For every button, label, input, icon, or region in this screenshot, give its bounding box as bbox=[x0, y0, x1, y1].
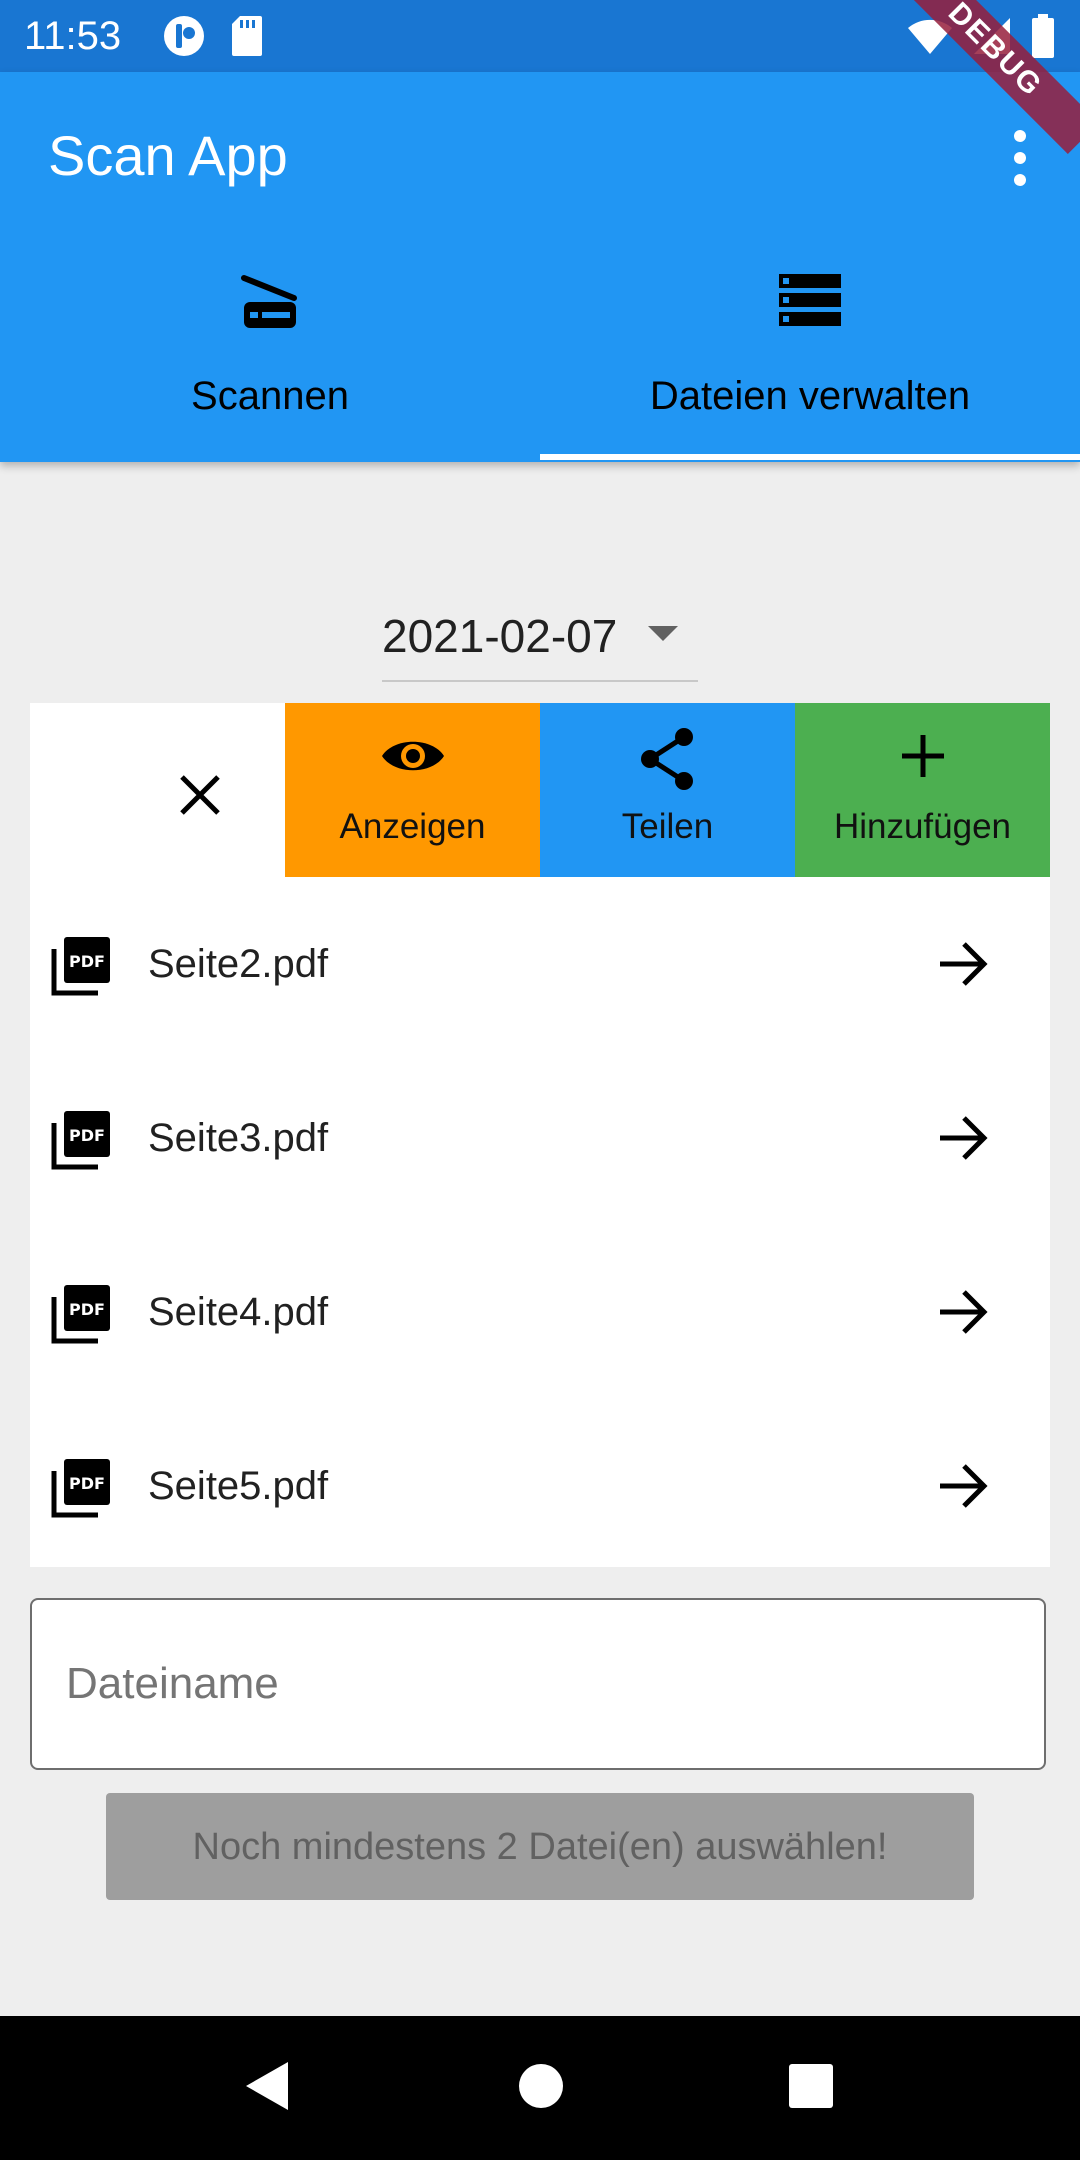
file-list-item[interactable]: PDF Seite2.pdf bbox=[30, 877, 1050, 1051]
svg-text:PDF: PDF bbox=[69, 1300, 105, 1319]
tab-indicator bbox=[540, 454, 1080, 460]
svg-text:PDF: PDF bbox=[69, 1474, 105, 1493]
file-name: Seite4.pdf bbox=[148, 1290, 329, 1334]
app-bar: Scan App Scannen Dateien verwalten bbox=[0, 72, 1080, 462]
clear-selection-button[interactable] bbox=[30, 703, 285, 877]
file-name: Seite5.pdf bbox=[148, 1464, 329, 1508]
tab-scannen[interactable]: Scannen bbox=[0, 272, 540, 462]
view-label: Anzeigen bbox=[339, 807, 486, 846]
status-time: 11:53 bbox=[24, 14, 122, 58]
dropdown-arrow-icon bbox=[648, 626, 678, 641]
sd-card-icon bbox=[232, 16, 262, 56]
file-list-item[interactable]: PDF Seite4.pdf bbox=[30, 1225, 1050, 1399]
storage-icon bbox=[779, 274, 841, 326]
status-bar: 11:53 bbox=[0, 0, 1080, 72]
add-label: Hinzufügen bbox=[833, 807, 1012, 846]
back-icon[interactable] bbox=[244, 2060, 290, 2112]
merge-files-button[interactable]: Noch mindestens 2 Datei(en) auswählen! bbox=[106, 1793, 974, 1900]
battery-icon bbox=[1032, 14, 1054, 58]
scanner-icon bbox=[241, 275, 297, 328]
more-vert-icon[interactable] bbox=[1008, 128, 1032, 188]
svg-text:PDF: PDF bbox=[69, 1126, 105, 1145]
share-button[interactable]: Teilen bbox=[540, 703, 795, 877]
file-list-item[interactable]: PDF Seite5.pdf bbox=[30, 1399, 1050, 1573]
file-list-item[interactable]: PDF Seite3.pdf bbox=[30, 1051, 1050, 1225]
eye-icon bbox=[381, 741, 444, 771]
arrow-forward-icon[interactable] bbox=[938, 1463, 988, 1509]
arrow-forward-icon[interactable] bbox=[938, 1115, 988, 1161]
pdf-file-icon: PDF bbox=[51, 937, 110, 996]
svg-text:PDF: PDF bbox=[69, 952, 105, 971]
file-card: Anzeigen Teilen Hinzufügen PDF Seite2.pd bbox=[30, 703, 1050, 1567]
plus-icon bbox=[901, 735, 944, 777]
app-title: Scan App bbox=[48, 124, 288, 187]
date-dropdown[interactable]: 2021-02-07 bbox=[382, 600, 698, 682]
recents-icon[interactable] bbox=[788, 2060, 834, 2112]
close-icon bbox=[180, 775, 220, 815]
tab-scannen-label: Scannen bbox=[191, 374, 349, 418]
pdf-file-icon: PDF bbox=[51, 1285, 110, 1344]
tab-dateien-verwalten[interactable]: Dateien verwalten bbox=[540, 272, 1080, 462]
action-bar: Anzeigen Teilen Hinzufügen bbox=[30, 703, 1050, 877]
tab-dateien-verwalten-label: Dateien verwalten bbox=[649, 374, 971, 418]
arrow-forward-icon[interactable] bbox=[938, 941, 988, 987]
add-button[interactable]: Hinzufügen bbox=[795, 703, 1050, 877]
share-label: Teilen bbox=[621, 807, 714, 846]
date-value: 2021-02-07 bbox=[382, 610, 618, 662]
file-name: Seite2.pdf bbox=[148, 942, 329, 986]
pdf-file-icon: PDF bbox=[51, 1459, 110, 1518]
notification-app-icon bbox=[164, 16, 204, 56]
system-nav-bar bbox=[0, 2016, 1080, 2160]
share-icon bbox=[640, 728, 693, 790]
arrow-forward-icon[interactable] bbox=[938, 1289, 988, 1335]
filename-input[interactable] bbox=[30, 1598, 1046, 1770]
file-name: Seite3.pdf bbox=[148, 1116, 329, 1160]
pdf-file-icon: PDF bbox=[51, 1111, 110, 1170]
view-button[interactable]: Anzeigen bbox=[285, 703, 540, 877]
home-icon[interactable] bbox=[518, 2060, 564, 2112]
